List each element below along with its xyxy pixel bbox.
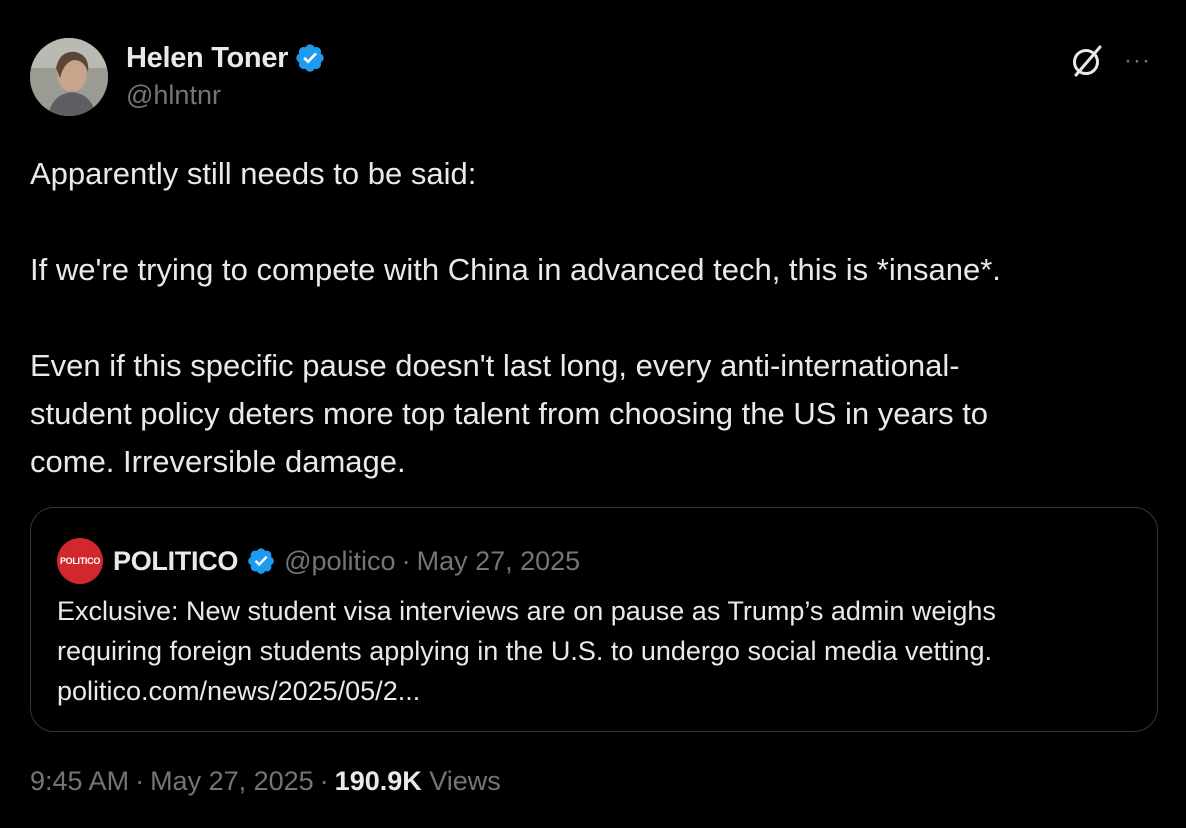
- author-name[interactable]: Helen Toner: [126, 40, 326, 76]
- author-handle[interactable]: @hlntnr: [126, 80, 221, 111]
- separator-dot: ·: [319, 766, 329, 796]
- more-options-icon[interactable]: ···: [1124, 46, 1158, 76]
- tweet: Helen Toner @hlntnr ··· Apparently still…: [0, 0, 1186, 828]
- tweet-paragraph: If we're trying to compete with China in…: [30, 252, 1001, 287]
- quoted-author-name[interactable]: POLITICO: [113, 546, 238, 577]
- views-count[interactable]: 190.9K: [335, 766, 422, 796]
- quoted-text-line: requiring foreign students applying in t…: [57, 636, 993, 666]
- quoted-tweet-card[interactable]: POLITICO POLITICO @politico · May 27, 20…: [30, 507, 1158, 732]
- politico-avatar[interactable]: POLITICO: [57, 538, 103, 584]
- tweet-paragraph: Apparently still needs to be said:: [30, 156, 477, 191]
- tweet-body: Apparently still needs to be said: If we…: [30, 150, 1160, 486]
- quoted-tweet-header: POLITICO @politico · May 27, 2025: [113, 538, 580, 584]
- separator-dot: ·: [135, 766, 145, 796]
- verified-badge-icon: [296, 44, 324, 72]
- quoted-text-line: Exclusive: New student visa interviews a…: [57, 596, 996, 626]
- author-name-text[interactable]: Helen Toner: [126, 42, 288, 75]
- author-avatar[interactable]: [30, 38, 108, 116]
- tweet-time[interactable]: 9:45 AM: [30, 766, 129, 796]
- verified-badge-icon: [248, 548, 274, 574]
- separator-dot: ·: [401, 545, 411, 576]
- tweet-date[interactable]: May 27, 2025: [150, 766, 314, 796]
- views-label: Views: [429, 766, 501, 796]
- grok-icon[interactable]: [1068, 42, 1106, 80]
- quoted-link[interactable]: politico.com/news/2025/05/2...: [57, 671, 1137, 711]
- tweet-footer: 9:45 AM · May 27, 2025 · 190.9K Views: [30, 766, 501, 797]
- quoted-tweet-date[interactable]: May 27, 2025: [417, 546, 581, 577]
- quoted-tweet-text: Exclusive: New student visa interviews a…: [57, 591, 1137, 711]
- quoted-author-handle[interactable]: @politico: [284, 546, 395, 577]
- tweet-paragraph: Even if this specific pause doesn't last…: [30, 348, 989, 479]
